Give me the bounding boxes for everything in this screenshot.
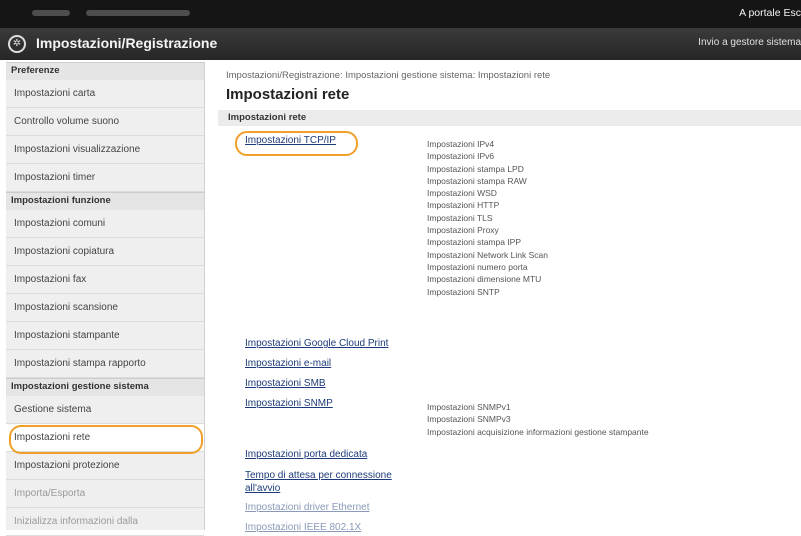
link-google-cloud-print[interactable]: Impostazioni Google Cloud Print <box>245 338 388 349</box>
list-item: Impostazioni IPv6 <box>427 151 495 162</box>
sidebar-item-impostazioni-carta[interactable]: Impostazioni carta <box>6 80 204 108</box>
link-tempo-attesa[interactable]: Tempo di attesa per connessione all'avvi… <box>245 469 395 495</box>
list-item: Impostazioni IPv4 <box>427 139 495 149</box>
link-driver-ethernet[interactable]: Impostazioni driver Ethernet <box>245 502 370 513</box>
page-title: Impostazioni rete <box>226 86 350 103</box>
settings-icon: ✲ <box>8 35 26 53</box>
sidebar-item-impostazioni-rete[interactable]: Impostazioni rete <box>6 424 204 452</box>
list-item: Impostazioni stampa LPD <box>427 163 524 174</box>
list-item: Impostazioni HTTP <box>427 200 500 211</box>
list-item: Impostazioni acquisizione informazioni g… <box>427 426 649 437</box>
title-bar: ✲ Impostazioni/Registrazione Invio a ges… <box>0 28 801 60</box>
sidebar-item-gestione-sistema[interactable]: Gestione sistema <box>6 396 204 424</box>
sidebar-item-protezione[interactable]: Impostazioni protezione <box>6 452 204 480</box>
sidebar-item-controllo-volume[interactable]: Controllo volume suono <box>6 108 204 136</box>
sidebar-item-timer[interactable]: Impostazioni timer <box>6 164 204 192</box>
list-item: Impostazioni dimensione MTU <box>427 274 542 285</box>
list-item: Impostazioni numero porta <box>427 261 528 272</box>
sidebar: Preferenze Impostazioni carta Controllo … <box>6 62 205 536</box>
link-smb[interactable]: Impostazioni SMB <box>245 378 326 389</box>
sidebar-item-scansione[interactable]: Impostazioni scansione <box>6 294 204 322</box>
list-item: Impostazioni SNTP <box>427 286 500 297</box>
link-porta-dedicata[interactable]: Impostazioni porta dedicata <box>245 449 367 460</box>
sidebar-item-importa-esporta[interactable]: Importa/Esporta <box>6 480 204 508</box>
portal-link[interactable]: A portale Esc <box>739 7 801 19</box>
device-name-blur <box>32 10 70 16</box>
link-ieee-8021x[interactable]: Impostazioni IEEE 802.1X <box>245 522 361 533</box>
sidebar-item-fax[interactable]: Impostazioni fax <box>6 266 204 294</box>
list-item: Impostazioni Proxy <box>427 225 499 236</box>
breadcrumb: Impostazioni/Registrazione: Impostazioni… <box>226 70 551 81</box>
list-item: Impostazioni stampa IPP <box>427 237 522 248</box>
sidebar-group-gestione-sistema: Impostazioni gestione sistema <box>6 378 204 396</box>
send-to-admin-link[interactable]: Invio a gestore sistema <box>698 37 801 48</box>
list-item: Impostazioni stampa RAW <box>427 175 527 186</box>
sidebar-item-copiatura[interactable]: Impostazioni copiatura <box>6 238 204 266</box>
link-snmp[interactable]: Impostazioni SNMP <box>245 398 333 409</box>
list-item: Impostazioni SNMPv1 <box>427 402 511 412</box>
sidebar-item-inizializza[interactable]: Inizializza informazioni dalla <box>6 508 204 536</box>
list-item: Impostazioni SNMPv3 <box>427 414 511 425</box>
sidebar-item-visualizzazione[interactable]: Impostazioni visualizzazione <box>6 136 204 164</box>
link-email[interactable]: Impostazioni e-mail <box>245 358 331 369</box>
list-item: Impostazioni WSD <box>427 188 497 199</box>
list-item: Impostazioni TLS <box>427 212 493 223</box>
sidebar-group-funzione: Impostazioni funzione <box>6 192 204 210</box>
link-tcpip[interactable]: Impostazioni TCP/IP <box>245 135 336 146</box>
top-bar: A portale Esc <box>0 0 801 28</box>
tcpip-sublist: Impostazioni IPv4 Impostazioni IPv6 Impo… <box>427 138 548 298</box>
list-item: Impostazioni Network Link Scan <box>427 249 548 260</box>
sidebar-item-comuni[interactable]: Impostazioni comuni <box>6 210 204 238</box>
main-content: Impostazioni/Registrazione: Impostazioni… <box>218 62 801 533</box>
page-header-title: Impostazioni/Registrazione <box>36 35 218 51</box>
sidebar-item-stampante[interactable]: Impostazioni stampante <box>6 322 204 350</box>
device-model-blur <box>86 10 190 16</box>
snmp-sublist: Impostazioni SNMPv1 Impostazioni SNMPv3 … <box>427 401 649 438</box>
sidebar-item-stampa-rapporto[interactable]: Impostazioni stampa rapporto <box>6 350 204 378</box>
section-header: Impostazioni rete <box>218 110 801 126</box>
sidebar-group-preferenze: Preferenze <box>6 62 204 80</box>
